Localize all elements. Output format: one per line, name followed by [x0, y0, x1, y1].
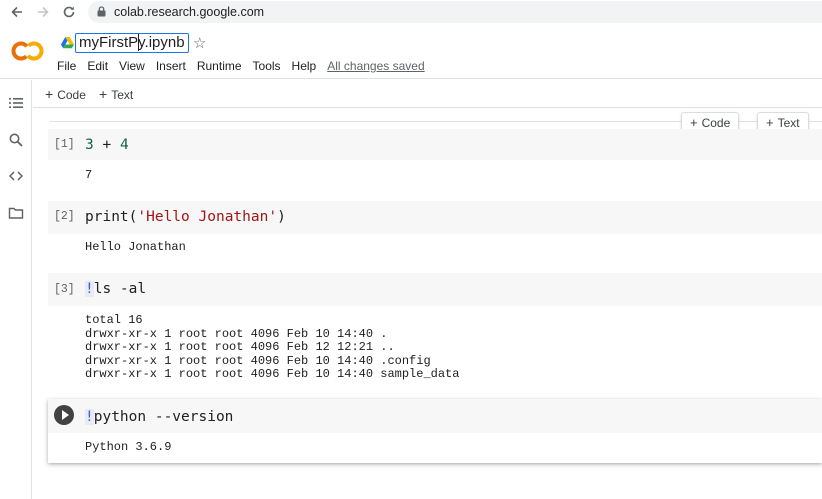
text-cursor — [138, 34, 139, 51]
plus-icon: + — [99, 86, 108, 102]
plus-icon: + — [690, 115, 698, 130]
code-editor[interactable]: print('Hello Jonathan') — [85, 209, 286, 225]
execution-count: [2] — [54, 210, 75, 223]
drive-icon — [61, 37, 74, 49]
execution-count: [1] — [54, 138, 75, 151]
cell-output: 7 — [85, 168, 93, 182]
code-snippets-icon[interactable] — [8, 168, 24, 184]
back-icon[interactable] — [9, 4, 25, 20]
plus-icon: + — [766, 115, 774, 130]
star-icon[interactable]: ☆ — [193, 34, 206, 52]
code-cell[interactable] — [48, 273, 822, 306]
colab-logo-icon[interactable] — [10, 38, 46, 64]
folder-icon[interactable] — [8, 205, 24, 221]
output-line: total 16 — [85, 313, 143, 327]
menu-edit[interactable]: Edit — [87, 59, 108, 73]
menu-help[interactable]: Help — [292, 59, 317, 73]
left-sidebar — [0, 80, 32, 499]
menu-runtime[interactable]: Runtime — [197, 59, 242, 73]
code-editor[interactable]: !ls -al — [85, 281, 146, 297]
table-of-contents-icon[interactable] — [8, 95, 24, 111]
cell-toolbar: + Code + Text — [33, 80, 822, 108]
reload-icon[interactable] — [61, 4, 77, 20]
menu-bar: File Edit View Insert Runtime Tools Help… — [57, 59, 436, 73]
code-editor[interactable]: !python --version — [85, 409, 233, 425]
run-cell-button[interactable] — [54, 405, 74, 425]
output-line: drwxr-xr-x 1 root root 4096 Feb 10 14:40… — [85, 326, 388, 341]
output-line: drwxr-xr-x 1 root root 4096 Feb 10 14:40… — [85, 367, 460, 381]
lock-icon — [97, 6, 106, 17]
browser-toolbar: colab.research.google.com — [0, 0, 822, 25]
output-line: drwxr-xr-x 1 root root 4096 Feb 10 14:40… — [85, 353, 431, 368]
menu-view[interactable]: View — [119, 59, 145, 73]
cell-output: total 16 drwxr-xr-x 1 root root 4096 Feb … — [85, 313, 460, 382]
add-text-cell-button[interactable]: + Text — [99, 86, 133, 102]
search-icon[interactable] — [8, 132, 24, 148]
forward-icon[interactable] — [35, 4, 51, 20]
notebook-title-input[interactable]: myFirstPy.ipynb — [75, 33, 189, 53]
menu-insert[interactable]: Insert — [156, 59, 186, 73]
code-editor[interactable]: 3 + 4 — [85, 137, 129, 153]
execution-count: [3] — [54, 283, 75, 296]
cell-output: Python 3.6.9 — [85, 440, 172, 454]
add-code-cell-button[interactable]: + Code — [45, 86, 86, 102]
menu-file[interactable]: File — [57, 59, 76, 73]
menu-tools[interactable]: Tools — [253, 59, 281, 73]
save-status-link[interactable]: All changes saved — [327, 59, 424, 73]
output-line: drwxr-xr-x 1 root root 4096 Feb 12 12:21… — [85, 340, 395, 354]
cell-output: Hello Jonathan — [85, 240, 186, 254]
url-text[interactable]: colab.research.google.com — [114, 5, 264, 19]
plus-icon: + — [45, 86, 54, 102]
code-cell[interactable] — [48, 129, 822, 160]
